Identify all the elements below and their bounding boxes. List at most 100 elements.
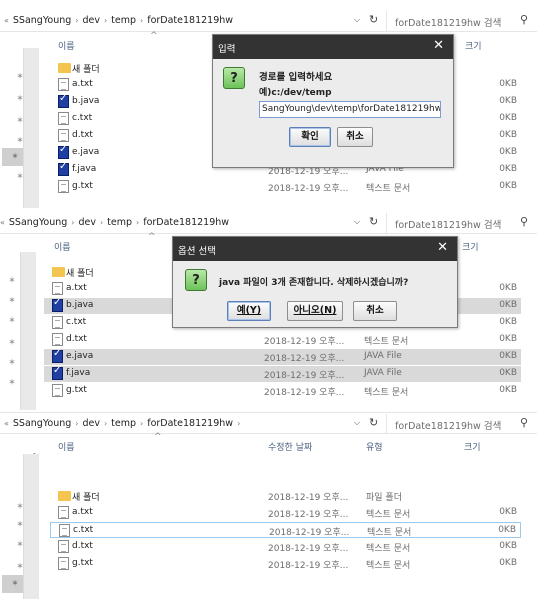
file-size: 0KB bbox=[499, 96, 517, 106]
question-icon: ? bbox=[185, 269, 207, 291]
file-date: 2018-12-19 오후... bbox=[264, 354, 345, 364]
breadcrumb-item[interactable]: temp bbox=[111, 15, 136, 26]
chevron-down-icon[interactable]: ⌵ bbox=[354, 217, 360, 227]
path-input[interactable]: SangYoung\dev\temp\forDate181219hw bbox=[259, 101, 441, 118]
column-size[interactable]: 크기 bbox=[462, 240, 479, 253]
file-name: c.txt bbox=[72, 113, 93, 123]
search-input[interactable]: forDate181219hw 검색 ⚲ bbox=[386, 414, 534, 434]
breadcrumb-item[interactable]: SSangYoung bbox=[13, 418, 71, 429]
pin-icon[interactable]: ✶ bbox=[5, 338, 19, 352]
search-input[interactable]: forDate181219hw 검색 ⚲ bbox=[386, 213, 534, 233]
folder-icon bbox=[58, 491, 71, 501]
file-type: 텍스트 문서 bbox=[366, 510, 411, 520]
breadcrumb-item[interactable]: forDate181219hw bbox=[147, 418, 233, 429]
no-button[interactable]: 아니오(N) bbox=[287, 301, 343, 321]
cancel-button[interactable]: 취소 bbox=[353, 301, 397, 321]
column-name[interactable]: 이름 bbox=[54, 240, 71, 253]
navigation-scrollbar[interactable] bbox=[23, 48, 39, 208]
search-icon[interactable]: ⚲ bbox=[520, 215, 528, 228]
history-chevron-icon[interactable]: « bbox=[0, 218, 5, 227]
column-date[interactable]: 수정한 날짜 bbox=[268, 440, 312, 453]
file-name: g.txt bbox=[72, 181, 93, 191]
chevron-down-icon[interactable]: ⌵ bbox=[354, 418, 360, 428]
close-icon[interactable]: ✕ bbox=[437, 240, 448, 255]
list-item[interactable]: g.txt 2018-12-19 오후... 텍스트 문서 0KB bbox=[50, 179, 521, 195]
refresh-icon[interactable]: ↻ bbox=[369, 13, 378, 26]
search-input[interactable]: forDate181219hw 검색 ⚲ bbox=[386, 11, 534, 31]
list-item[interactable]: a.txt 2018-12-19 오후... 텍스트 문서 0KB bbox=[50, 505, 521, 521]
dialog-titlebar[interactable]: 옵션 선택 ✕ bbox=[173, 237, 457, 261]
refresh-icon[interactable]: ↻ bbox=[369, 215, 378, 228]
refresh-icon[interactable]: ↻ bbox=[369, 416, 378, 429]
chevron-right-icon: › bbox=[237, 419, 241, 428]
file-type: 텍스트 문서 bbox=[366, 184, 411, 194]
file-type: 파일 폴더 bbox=[366, 493, 402, 503]
file-name: c.txt bbox=[66, 317, 87, 327]
dialog-titlebar[interactable]: 입력 ✕ bbox=[213, 35, 453, 59]
file-type: 텍스트 문서 bbox=[366, 544, 411, 554]
file-name: a.txt bbox=[72, 79, 93, 89]
breadcrumb-item[interactable]: temp bbox=[111, 418, 136, 429]
file-size: 0KB bbox=[499, 334, 517, 344]
file-size: 0KB bbox=[499, 385, 517, 395]
navigation-scrollbar[interactable] bbox=[20, 252, 36, 410]
folder-icon bbox=[52, 267, 65, 277]
column-size[interactable]: 크기 bbox=[465, 39, 482, 52]
pin-icon[interactable]: ✶ bbox=[5, 316, 19, 330]
pin-icon[interactable]: ✶ bbox=[5, 378, 19, 392]
close-icon[interactable]: ✕ bbox=[433, 38, 444, 53]
column-name[interactable]: 이름 bbox=[58, 440, 75, 453]
history-chevron-icon[interactable]: « bbox=[4, 16, 9, 25]
breadcrumb-item[interactable]: temp bbox=[107, 217, 132, 228]
pin-icon[interactable]: ✶ bbox=[5, 358, 19, 372]
dialog-title: 옵션 선택 bbox=[178, 246, 216, 257]
search-icon[interactable]: ⚲ bbox=[520, 13, 528, 26]
file-name: a.txt bbox=[72, 507, 93, 517]
search-icon[interactable]: ⚲ bbox=[520, 416, 528, 429]
list-item[interactable]: 새 폴더 2018-12-19 오후... 파일 폴더 bbox=[50, 488, 521, 504]
file-type: JAVA File bbox=[364, 368, 402, 378]
list-item[interactable]: d.txt 2018-12-19 오후... 텍스트 문서 0KB bbox=[50, 539, 521, 555]
search-placeholder: forDate181219hw 검색 bbox=[395, 18, 502, 29]
column-name[interactable]: 이름 bbox=[58, 39, 75, 52]
address-bar[interactable]: «SSangYoung › dev › temp › forDate181219hw ⌵ ↻… bbox=[0, 212, 537, 234]
breadcrumb-item[interactable]: forDate181219hw bbox=[147, 15, 233, 26]
list-item[interactable]: g.txt 2018-12-19 오후... 텍스트 문서 0KB bbox=[50, 556, 521, 572]
text-file-icon bbox=[58, 180, 69, 193]
pin-icon[interactable]: ✶ bbox=[5, 276, 19, 290]
text-file-icon bbox=[52, 333, 63, 346]
chevron-down-icon[interactable]: ⌵ bbox=[354, 15, 360, 25]
column-type[interactable]: 유형 bbox=[366, 440, 383, 453]
breadcrumb-item[interactable]: dev bbox=[78, 217, 96, 228]
list-item[interactable]: e.java 2018-12-19 오후... JAVA File 0KB bbox=[44, 348, 521, 365]
list-item[interactable]: g.txt 2018-12-19 오후... 텍스트 문서 0KB bbox=[44, 383, 521, 399]
confirm-dialog: 옵션 선택 ✕ ? java 파일이 3개 존재합니다. 삭제하시겠습니까? 예… bbox=[172, 236, 458, 328]
file-name: c.txt bbox=[73, 525, 94, 535]
dialog-example: 예)c:/dev/temp bbox=[259, 88, 332, 98]
address-bar[interactable]: «SSangYoung › dev › temp › forDate181219hw ⌵ ↻… bbox=[0, 10, 537, 32]
breadcrumb-item[interactable]: SSangYoung bbox=[13, 15, 71, 26]
breadcrumb-item[interactable]: SSangYoung bbox=[9, 217, 67, 228]
search-placeholder: forDate181219hw 검색 bbox=[395, 421, 502, 432]
navigation-scrollbar[interactable] bbox=[23, 454, 39, 599]
address-bar[interactable]: «SSangYoung › dev › temp › forDate181219hw › ⌵ … bbox=[0, 412, 537, 434]
chevron-right-icon: › bbox=[103, 419, 108, 428]
history-chevron-icon[interactable]: « bbox=[4, 419, 9, 428]
column-size[interactable]: 크기 bbox=[464, 440, 481, 453]
breadcrumb-item[interactable]: forDate181219hw bbox=[143, 217, 229, 228]
list-item[interactable]: d.txt 2018-12-19 오후... 텍스트 문서 0KB bbox=[44, 332, 521, 348]
file-type: 텍스트 문서 bbox=[367, 528, 412, 538]
yes-button[interactable]: 예(Y) bbox=[227, 301, 271, 321]
ok-button[interactable]: 확인 bbox=[289, 127, 331, 147]
breadcrumb: «SSangYoung › dev › temp › forDate181219hw bbox=[4, 15, 237, 26]
list-item[interactable]: c.txt 2018-12-19 오후... 텍스트 문서 0KB bbox=[50, 522, 521, 538]
breadcrumb-item[interactable]: dev bbox=[82, 418, 100, 429]
breadcrumb-item[interactable]: dev bbox=[82, 15, 100, 26]
text-file-icon bbox=[52, 384, 63, 397]
cancel-button[interactable]: 취소 bbox=[337, 127, 373, 147]
file-size: 0KB bbox=[499, 351, 517, 361]
file-type: 텍스트 문서 bbox=[364, 337, 409, 347]
list-item[interactable]: f.java 2018-12-19 오후... JAVA File 0KB bbox=[44, 365, 521, 382]
pin-icon[interactable]: ✶ bbox=[5, 296, 19, 310]
file-name: a.txt bbox=[66, 283, 87, 293]
